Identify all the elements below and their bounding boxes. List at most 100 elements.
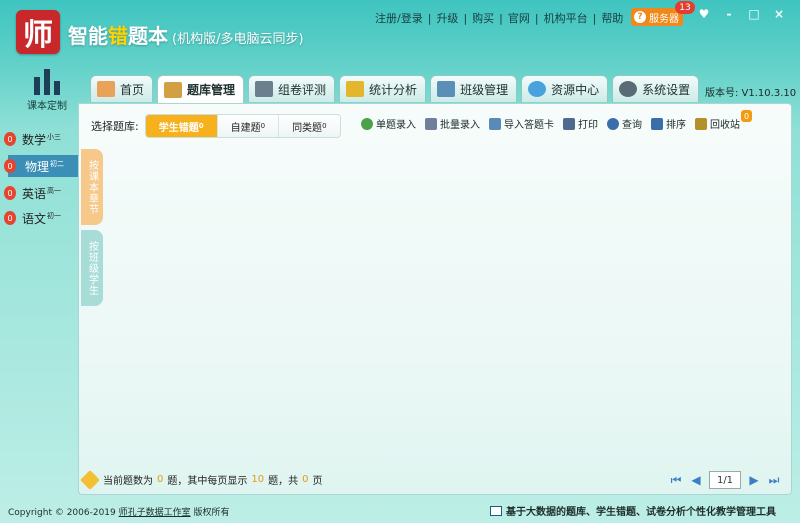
slogan-text: 基于大数据的题库、学生错题、试卷分析个性化教学管理工具 (506, 507, 776, 518)
status-per-page: 10 (251, 474, 265, 485)
tab-question-bank[interactable]: 题库管理 (157, 75, 245, 103)
side-tab-by-chapter[interactable]: 按课本章节 (81, 149, 103, 225)
sort-icon (651, 117, 663, 130)
option-label: 学生错题 (158, 122, 199, 134)
logo-glyph: 师 (23, 18, 53, 53)
subject-name: 数学小三 (22, 131, 61, 148)
minimize-icon[interactable]: - (722, 7, 736, 21)
studio-link[interactable]: 师孔子数据工作室 (119, 508, 191, 518)
title-post: 题本 (128, 24, 168, 48)
tool-label: 排序 (666, 120, 686, 131)
recycle-bin-icon (695, 117, 707, 130)
subject-english[interactable]: 0 英语高一 (0, 182, 90, 204)
status-suffix: 页 (312, 476, 323, 487)
search-icon (607, 117, 619, 130)
bar-chart-icon (346, 81, 365, 97)
skin-icon[interactable]: ♥ (697, 7, 711, 21)
app-logo: 师 (16, 10, 60, 54)
sep: | (534, 11, 539, 25)
link-org-platform[interactable]: 机构平台 (544, 10, 588, 26)
option-count: 0 (322, 122, 327, 130)
status-mid2: 题，共 (268, 476, 299, 487)
tab-resources[interactable]: 资源中心 (521, 75, 609, 102)
clipboard-icon (164, 81, 183, 98)
link-buy[interactable]: 购买 (472, 10, 494, 26)
tab-label: 班级管理 (460, 82, 509, 97)
subject-grade: 初一 (47, 211, 62, 220)
books-icon (32, 67, 62, 95)
subject-count: 0 (4, 159, 16, 173)
tab-exam[interactable]: 组卷评测 (248, 75, 336, 102)
sep: | (463, 11, 468, 25)
subject-chinese[interactable]: 0 语文初一 (0, 207, 90, 229)
service-badge: 13 (675, 1, 695, 14)
title-sub: (机构版/多电脑云同步) (172, 32, 304, 47)
tool-label: 导入答题卡 (504, 120, 554, 131)
link-official-site[interactable]: 官网 (508, 10, 530, 26)
pencil-icon (80, 469, 100, 490)
subject-name: 物理初二 (25, 158, 64, 175)
subject-grade: 小三 (47, 132, 62, 141)
batch-doc-icon (425, 117, 437, 130)
top-links: 注册/登录 | 升级 | 购买 | 官网 | 机构平台 | 帮助 (375, 10, 623, 26)
import-card-button[interactable]: 导入答题卡 (489, 116, 554, 131)
subject-physics[interactable]: 0 物理初二 (0, 155, 90, 177)
copyright: Copyright © 2006-2019 师孔子数据工作室 版权所有 (8, 505, 230, 518)
maximize-icon[interactable]: □ (747, 7, 761, 21)
book-icon (490, 505, 502, 516)
filter-label: 选择题库: (91, 120, 139, 133)
sep: | (592, 11, 597, 25)
subject-math[interactable]: 0 数学小三 (0, 128, 90, 150)
status-bar: 当前题数为 0 题，其中每页显示 10 题，共 0 页 (80, 469, 323, 490)
gear-icon (619, 81, 638, 97)
last-page-icon[interactable]: ⏭ (767, 473, 781, 488)
prev-page-icon[interactable]: ◀ (689, 473, 703, 487)
close-icon[interactable]: × (772, 7, 786, 21)
tab-settings[interactable]: 系统设置 (612, 75, 700, 102)
page-input[interactable]: 1/1 (709, 471, 741, 489)
custom-course-label: 课本定制 (27, 101, 67, 112)
sort-button[interactable]: 排序 (651, 116, 686, 131)
bank-similar[interactable]: 同类题 0 (279, 115, 340, 137)
search-button[interactable]: 查询 (607, 116, 642, 131)
link-upgrade[interactable]: 升级 (436, 10, 458, 26)
tool-label: 查询 (622, 120, 642, 131)
tab-home[interactable]: 首页 (90, 75, 154, 102)
recycle-bin-button[interactable]: 回收站 0 (695, 110, 752, 131)
bank-filter: 选择题库: 学生错题 0 自建题 0 同类题 0 (91, 114, 341, 138)
next-page-icon[interactable]: ▶ (747, 473, 761, 487)
link-login[interactable]: 注册/登录 (375, 10, 423, 26)
question-bank-panel: 选择题库: 学生错题 0 自建题 0 同类题 0 单题录入 批量录入 导入答题卡 打印… (78, 103, 792, 495)
home-icon (97, 81, 115, 97)
option-label: 同类题 (292, 122, 323, 134)
status-total: 0 (157, 474, 164, 485)
option-label: 自建题 (230, 122, 261, 134)
print-icon (563, 117, 575, 130)
title-pre: 智能 (68, 24, 108, 48)
subject-label: 英语 (22, 186, 47, 201)
status-pages: 0 (302, 474, 309, 485)
bank-segment: 学生错题 0 自建题 0 同类题 0 (144, 114, 341, 138)
side-tab-by-student[interactable]: 按班级学生 (81, 230, 103, 306)
import-card-icon (489, 117, 501, 130)
bank-student-errors[interactable]: 学生错题 0 (145, 115, 218, 137)
link-help[interactable]: 帮助 (601, 10, 623, 26)
tool-label: 批量录入 (440, 120, 480, 131)
tool-label: 单题录入 (376, 120, 416, 131)
copyright-post: 版权所有 (190, 508, 230, 518)
tab-statistics[interactable]: 统计分析 (339, 75, 427, 102)
batch-entry-button[interactable]: 批量录入 (425, 116, 480, 131)
status-mid: 题，其中每页显示 (167, 476, 248, 487)
custom-course-button[interactable]: 课本定制 (24, 67, 70, 112)
tab-label: 资源中心 (551, 82, 600, 97)
print-button[interactable]: 打印 (563, 116, 598, 131)
sep: | (499, 11, 503, 25)
first-page-icon[interactable]: ⏮ (669, 473, 683, 488)
option-count: 0 (260, 122, 266, 130)
subject-name: 英语高一 (22, 185, 61, 202)
single-entry-button[interactable]: 单题录入 (361, 116, 416, 131)
tab-class[interactable]: 班级管理 (430, 75, 518, 102)
bank-self-built[interactable]: 自建题 0 (217, 115, 280, 137)
subject-count: 0 (4, 186, 16, 200)
copyright-pre: Copyright © 2006-2019 (8, 508, 119, 518)
